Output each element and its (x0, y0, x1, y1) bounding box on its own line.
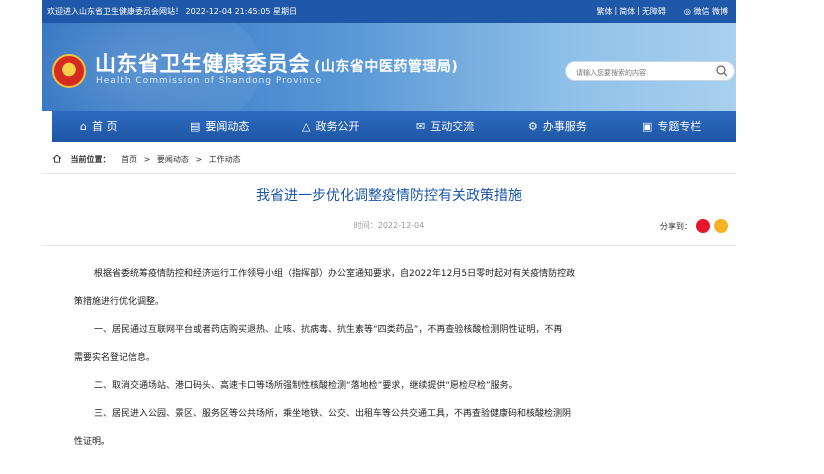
paragraph: 一、居民通过互联网平台或者药店购买退热、止咳、抗病毒、抗生素等“四类药品”，不再… (74, 316, 734, 344)
nav-label: 专题专栏 (657, 120, 702, 133)
traditional-link[interactable]: 繁体 (597, 6, 613, 17)
top-bar: 欢迎进入山东省卫生健康委员会网站！ 2022-12-04 21:45:05 星期… (42, 0, 736, 23)
page: 欢迎进入山东省卫生健康委员会网站！ 2022-12-04 21:45:05 星期… (42, 0, 736, 474)
paragraph-text: 策措施进行优化调整。 (74, 297, 165, 307)
weibo-share-icon[interactable] (696, 219, 710, 233)
paragraph-text: 三、居民进入公园、景区、服务区等公共场所，乘坐地铁、公交、出租车等公共交通工具，… (94, 409, 572, 419)
home-icon: ⌂ (80, 120, 87, 133)
paragraph: 根据省委统筹疫情防控和经济运行工作领导小组（指挥部）办公室通知要求，自2022年… (74, 260, 734, 288)
nav-label: 办事服务 (542, 120, 587, 133)
paragraph: 三、居民进入公园、景区、服务区等公共场所，乘坐地铁、公交、出租车等公共交通工具，… (74, 400, 734, 428)
social-links[interactable]: ◎ 微信 微博 (684, 6, 728, 17)
divider (42, 245, 736, 246)
paragraph-text: 一、居民通过互联网平台或者药店购买退热、止咳、抗病毒、抗生素等“四类药品”，不再… (94, 325, 563, 335)
column-icon: ▣ (642, 120, 653, 133)
article-title: 我省进一步优化调整疫情防控有关政策措施 (256, 188, 522, 204)
interaction-icon: ✉ (416, 120, 426, 133)
paragraph-text: 需要实名登记信息。 (74, 353, 156, 363)
nav-label: 互动交流 (430, 120, 475, 133)
divider: | (637, 6, 640, 15)
search-icon[interactable] (715, 64, 729, 78)
divider (42, 173, 736, 174)
paragraph-text: 性证明。 (74, 437, 111, 447)
qzone-share-icon[interactable] (714, 219, 728, 233)
accessibility-link[interactable]: 无障碍 (642, 6, 666, 17)
search-box (565, 61, 735, 81)
simplified-link[interactable]: 简体 (619, 6, 635, 17)
service-icon: ⚙ (528, 120, 538, 133)
wechat-icon: ◎ (683, 7, 691, 16)
paragraph: 性证明。 (74, 428, 734, 456)
breadcrumb-label: 当前位置： (70, 155, 111, 164)
divider: | (614, 6, 618, 15)
site-subtitle: (山东省中医药管理局) (314, 59, 459, 75)
article-time: 时间：2022-12-04 (353, 221, 425, 230)
nav-item-column[interactable]: ▣ 专题专栏 (642, 111, 701, 142)
breadcrumb-work-news[interactable]: 工作动态 (209, 155, 241, 164)
welcome-text: 欢迎进入山东省卫生健康委员会网站！ 2022-12-04 21:45:05 星期… (47, 7, 298, 16)
social-label: 微信 微博 (693, 7, 728, 16)
nav-label: 政务公开 (315, 120, 360, 133)
search-input[interactable] (574, 65, 718, 80)
nav-item-home[interactable]: ⌂ 首 页 (80, 111, 117, 142)
share-label: 分享到： (660, 221, 692, 231)
news-icon: ▤ (190, 120, 201, 133)
national-emblem-icon: ★ (52, 54, 86, 88)
nav-item-news[interactable]: ▤ 要闻动态 (190, 111, 249, 142)
paragraph: 二、取消交通场站、港口码头、高速卡口等场所强制性核酸检测“落地检”要求，继续提供… (74, 372, 734, 400)
paragraph: 策措施进行优化调整。 (74, 288, 734, 316)
site-title-text: 山东省卫生健康委员会 (95, 52, 310, 76)
main-nav: ⌂ 首 页 ▤ 要闻动态 △ 政务公开 ✉ 互动交流 ⚙ 办事服务 ▣ 专题专栏 (52, 111, 736, 142)
breadcrumb-separator: > (143, 155, 151, 164)
breadcrumb-home[interactable]: 首页 (121, 155, 137, 164)
nav-label: 要闻动态 (205, 120, 250, 133)
nav-item-interaction[interactable]: ✉ 互动交流 (416, 111, 474, 142)
nav-item-government[interactable]: △ 政务公开 (302, 111, 359, 142)
breadcrumb-separator: > (195, 155, 203, 164)
paragraph-text: 根据省委统筹疫情防控和经济运行工作领导小组（指挥部）办公室通知要求，自2022年… (94, 269, 576, 279)
top-links: 繁体 | 简体 | 无障碍 ◎ 微信 微博 (597, 6, 728, 17)
breadcrumb: 当前位置： 首页 > 要闻动态 > 工作动态 (52, 154, 241, 165)
site-english-name: Health Commission of Shandong Province (96, 76, 323, 86)
header-banner: ★ 山东省卫生健康委员会 (山东省中医药管理局) Health Commissio… (42, 23, 736, 111)
paragraph-text: 二、取消交通场站、港口码头、高速卡口等场所强制性核酸检测“落地检”要求，继续提供… (94, 381, 518, 391)
paragraph: 需要实名登记信息。 (74, 344, 734, 372)
nav-item-service[interactable]: ⚙ 办事服务 (528, 111, 587, 142)
nav-label: 首 页 (91, 120, 118, 133)
home-icon (52, 154, 62, 163)
site-title[interactable]: 山东省卫生健康委员会 (山东省中医药管理局) (95, 48, 458, 78)
share-bar: 分享到： (660, 219, 728, 233)
breadcrumb-news[interactable]: 要闻动态 (157, 155, 189, 164)
government-icon: △ (302, 120, 311, 133)
